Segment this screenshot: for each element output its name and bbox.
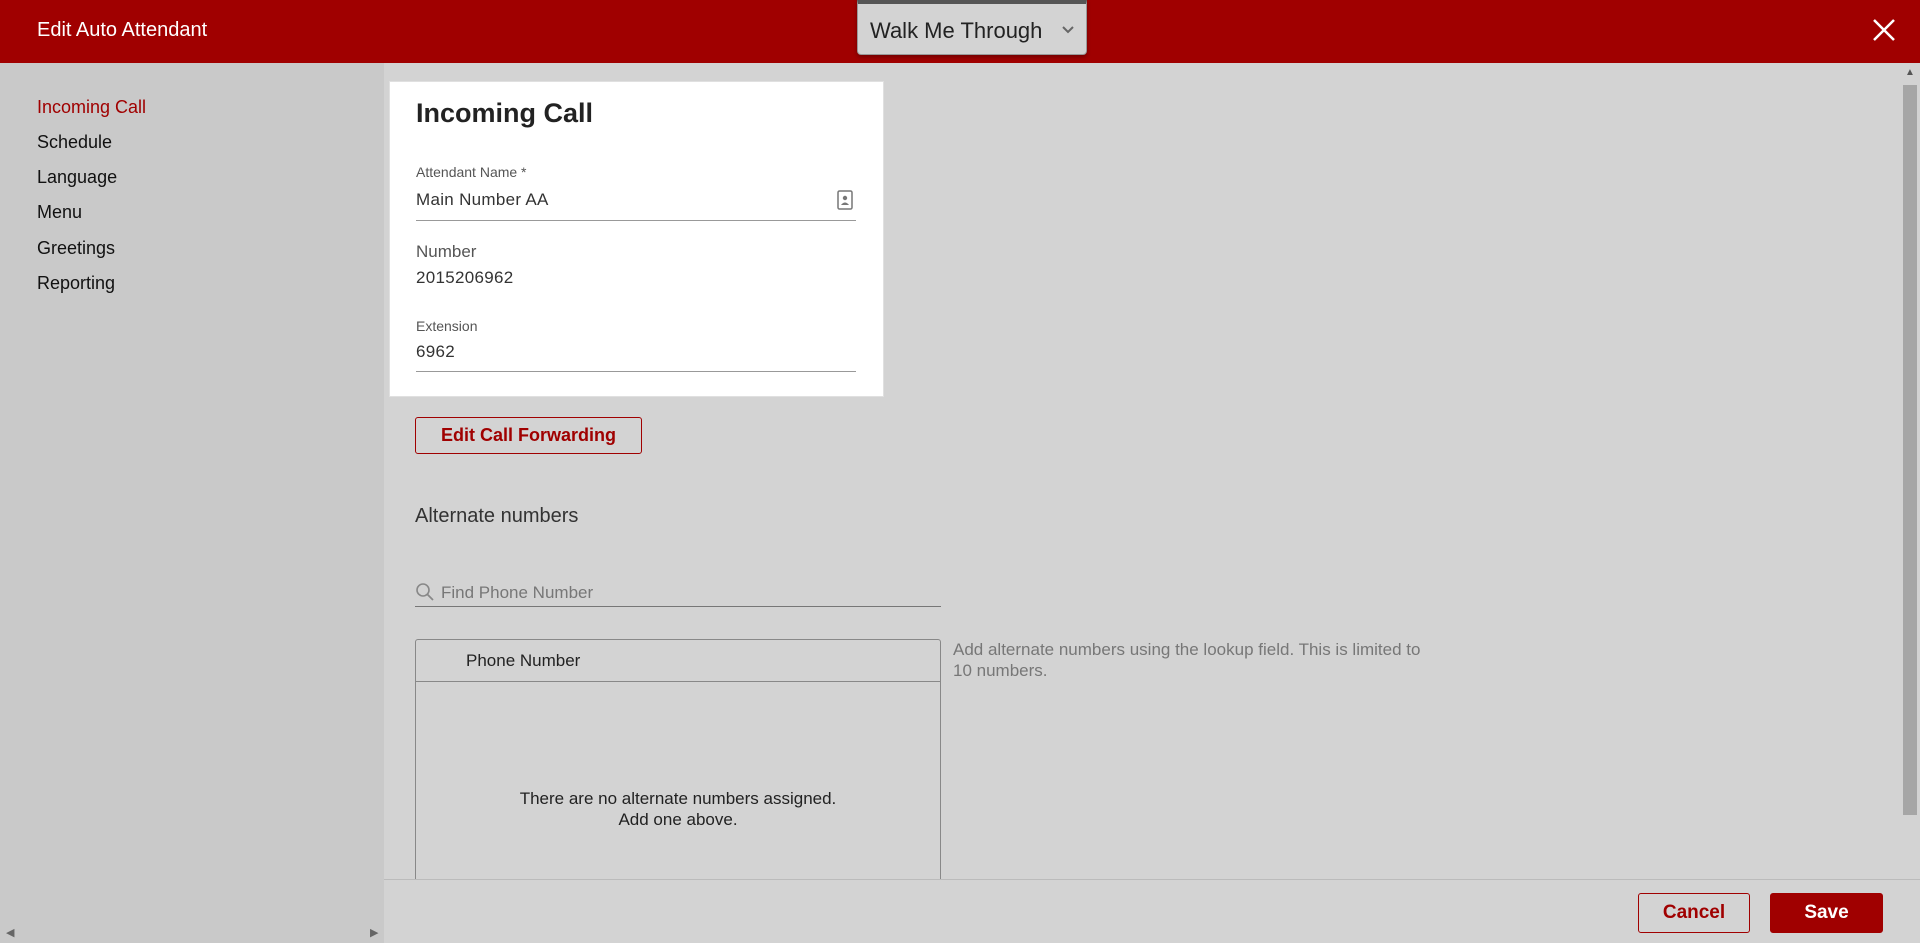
- table-header: Phone Number: [416, 640, 940, 682]
- footer-bar: Cancel Save: [384, 879, 1920, 943]
- alternate-numbers-table: Phone Number There are no alternate numb…: [415, 639, 941, 879]
- main-content: Incoming Call Attendant Name * Main Numb…: [384, 63, 1900, 879]
- cancel-button[interactable]: Cancel: [1638, 893, 1750, 933]
- alternate-numbers-hint: Add alternate numbers using the lookup f…: [953, 640, 1421, 680]
- dialog-title: Edit Auto Attendant: [37, 19, 208, 41]
- extension-label: Extension: [416, 318, 478, 334]
- close-icon[interactable]: [1870, 16, 1898, 44]
- sidebar-item-greetings[interactable]: Greetings: [37, 238, 115, 259]
- scroll-up-arrow-icon[interactable]: ▲: [1905, 67, 1915, 78]
- vertical-scrollbar[interactable]: ▲: [1900, 63, 1920, 879]
- scrollbar-thumb[interactable]: [1903, 85, 1917, 815]
- sidebar-nav: Incoming Call Schedule Language Menu Gre…: [0, 63, 384, 943]
- scroll-right-arrow-icon[interactable]: ▶: [370, 926, 378, 939]
- empty-state-line-1: There are no alternate numbers assigned.: [519, 789, 837, 808]
- attendant-name-underline: [416, 220, 856, 221]
- extension-input[interactable]: 6962: [416, 342, 455, 362]
- extension-underline: [416, 371, 856, 372]
- find-phone-number-input[interactable]: [441, 581, 931, 605]
- edit-call-forwarding-button[interactable]: Edit Call Forwarding: [415, 417, 642, 454]
- find-phone-number-search: [415, 579, 941, 607]
- sidebar-item-incoming-call[interactable]: Incoming Call: [37, 97, 146, 118]
- save-button[interactable]: Save: [1770, 893, 1883, 933]
- alternate-numbers-heading: Alternate numbers: [415, 505, 579, 527]
- sidebar-item-menu[interactable]: Menu: [37, 202, 82, 223]
- phone-number-column-header[interactable]: Phone Number: [466, 651, 580, 671]
- number-label: Number: [416, 242, 477, 261]
- walk-me-through-dropdown[interactable]: Walk Me Through: [857, 0, 1087, 55]
- empty-state-line-2: Add one above.: [618, 810, 738, 829]
- incoming-call-card: Incoming Call Attendant Name * Main Numb…: [389, 81, 884, 397]
- chevron-down-icon: [1062, 26, 1074, 34]
- sidebar-item-schedule[interactable]: Schedule: [37, 132, 112, 153]
- attendant-name-label: Attendant Name *: [416, 164, 527, 180]
- contact-card-icon[interactable]: [836, 190, 854, 210]
- walk-me-through-label: Walk Me Through: [870, 18, 1043, 43]
- number-value: 2015206962: [416, 268, 514, 287]
- sidebar-item-language[interactable]: Language: [37, 167, 117, 188]
- card-title: Incoming Call: [416, 98, 594, 128]
- attendant-name-input[interactable]: Main Number AA: [416, 190, 549, 210]
- scroll-left-arrow-icon[interactable]: ◀: [6, 926, 14, 939]
- sidebar-item-reporting[interactable]: Reporting: [37, 273, 115, 294]
- search-icon: [416, 583, 434, 601]
- empty-state-message: There are no alternate numbers assigned.…: [416, 788, 940, 830]
- header-bar: Edit Auto Attendant Walk Me Through: [0, 0, 1920, 63]
